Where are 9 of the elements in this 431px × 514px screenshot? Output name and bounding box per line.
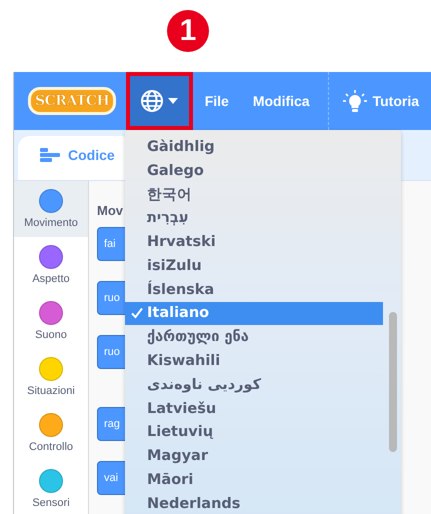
category-label: Controllo <box>28 441 74 453</box>
category-label: Movimento <box>24 217 78 229</box>
category-label: Aspetto <box>32 273 70 285</box>
palette-heading: Mov <box>97 203 123 220</box>
callout-number: 1 <box>167 10 209 52</box>
category-label: Sensori <box>32 497 70 509</box>
tutorials-label: Tutoria <box>372 93 419 109</box>
category-label: Situazioni <box>27 385 75 397</box>
category-label: Suono <box>35 329 67 341</box>
